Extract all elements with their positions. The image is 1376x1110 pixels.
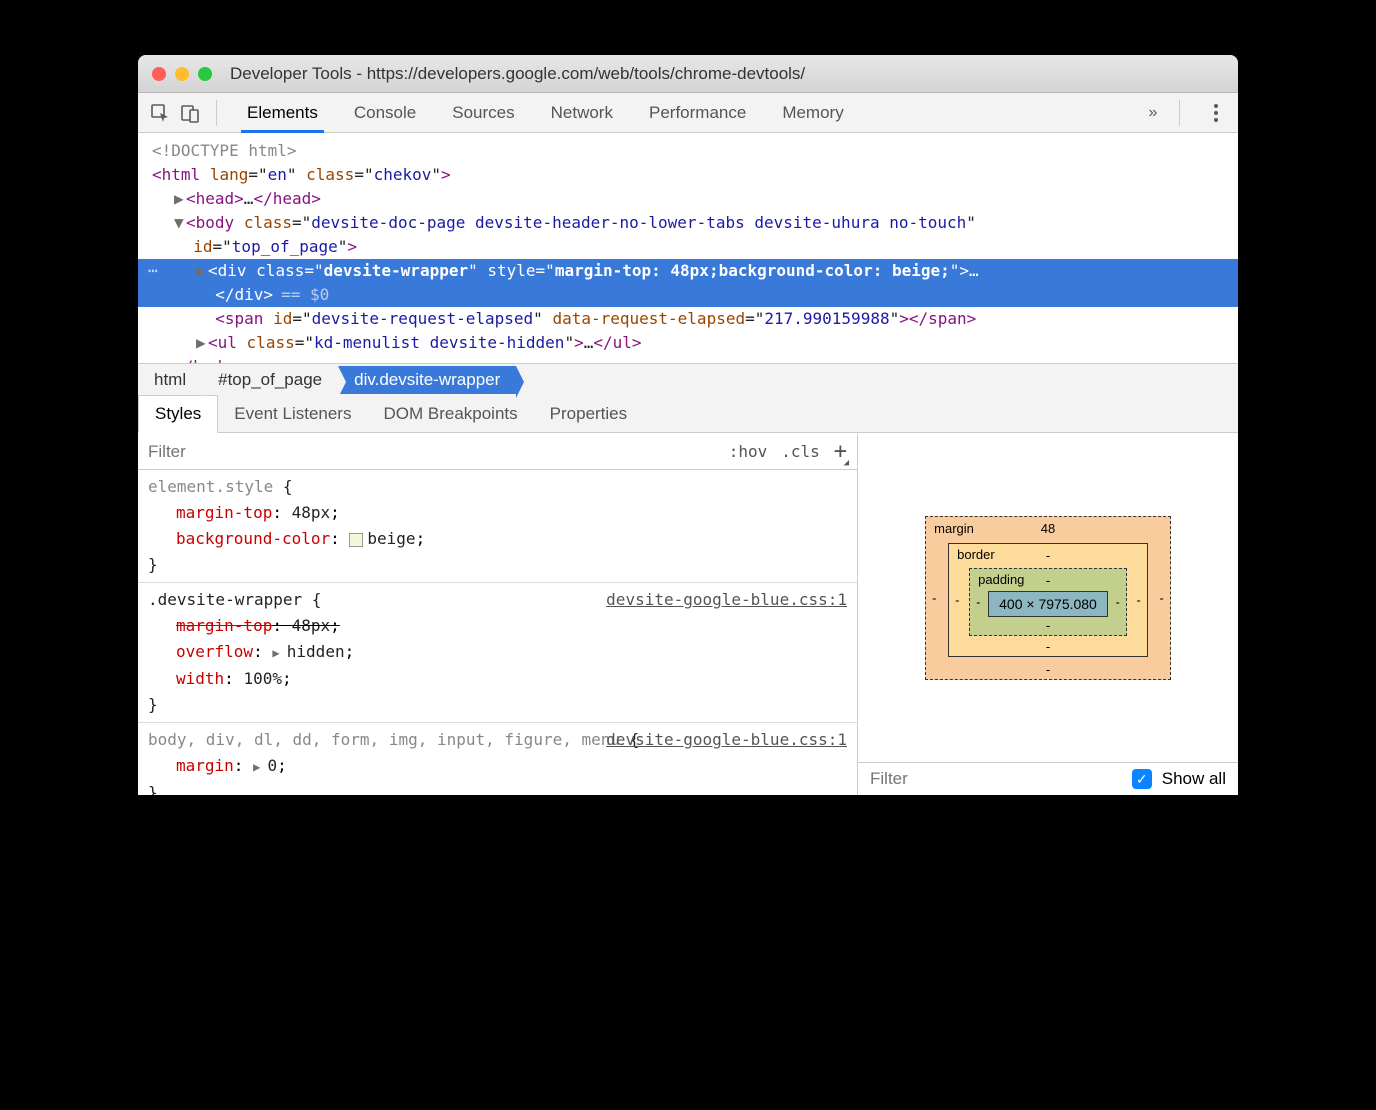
color-swatch-icon[interactable] [349, 533, 363, 547]
css-property[interactable]: width: 100%; [148, 666, 847, 692]
subtab-styles[interactable]: Styles [138, 395, 218, 433]
css-rules-list: element.style {margin-top: 48px;backgrou… [138, 470, 857, 795]
tab-console[interactable]: Console [338, 95, 432, 131]
source-link[interactable]: devsite-google-blue.css:1 [606, 587, 847, 613]
dom-body-close[interactable]: </body> [138, 355, 1238, 363]
breadcrumb-item[interactable]: #top_of_page [202, 366, 338, 394]
padding-top-val: - [1046, 573, 1050, 588]
dom-doctype[interactable]: <!DOCTYPE html> [138, 139, 1238, 163]
css-property[interactable]: background-color: beige; [148, 526, 847, 552]
more-tabs-icon[interactable]: » [1141, 101, 1165, 125]
box-model-padding-label: padding [978, 572, 1024, 587]
border-right-val: - [1137, 593, 1141, 608]
subtab-properties[interactable]: Properties [534, 396, 643, 432]
dom-span[interactable]: <span id="devsite-request-elapsed" data-… [138, 307, 1238, 331]
devtools-window: Developer Tools - https://developers.goo… [138, 55, 1238, 795]
dom-selected-node[interactable]: ⋯ ▶<div class="devsite-wrapper" style="m… [138, 259, 1238, 307]
toolbar-separator [216, 100, 217, 126]
show-all-label: Show all [1162, 769, 1226, 789]
breadcrumb-item[interactable]: html [138, 366, 202, 394]
padding-left-val: - [976, 595, 980, 610]
subtab-event-listeners[interactable]: Event Listeners [218, 396, 367, 432]
styles-area: :hov .cls +◢ element.style {margin-top: … [138, 433, 1238, 795]
styles-filter-input[interactable] [148, 442, 729, 462]
dom-ul[interactable]: ▶<ul class="kd-menulist devsite-hidden">… [138, 331, 1238, 355]
content-size-val: 400 × 7975.080 [988, 591, 1108, 617]
show-all-checkbox[interactable]: ✓ [1132, 769, 1152, 789]
main-toolbar: ElementsConsoleSourcesNetworkPerformance… [138, 93, 1238, 133]
tab-sources[interactable]: Sources [436, 95, 530, 131]
border-top-val: - [1046, 548, 1050, 563]
padding-bottom-val: - [1046, 618, 1050, 633]
tab-elements[interactable]: Elements [231, 95, 334, 131]
css-property[interactable]: margin: ▶ 0; [148, 753, 847, 780]
minimize-window-button[interactable] [175, 67, 189, 81]
subtab-dom-breakpoints[interactable]: DOM Breakpoints [367, 396, 533, 432]
css-rule[interactable]: devsite-google-blue.css:1.devsite-wrappe… [138, 583, 857, 723]
styles-filter-row: :hov .cls +◢ [138, 434, 857, 470]
dom-breadcrumbs: html#top_of_pagediv.devsite-wrapper [138, 363, 1238, 395]
margin-right-val: - [1160, 591, 1164, 606]
dom-tree-panel[interactable]: <!DOCTYPE html> <html lang="en" class="c… [138, 133, 1238, 363]
panel-tabs: ElementsConsoleSourcesNetworkPerformance… [231, 95, 1135, 131]
toolbar-separator [1179, 100, 1180, 126]
hov-toggle[interactable]: :hov [729, 442, 768, 461]
margin-left-val: - [932, 591, 936, 606]
css-rule[interactable]: element.style {margin-top: 48px;backgrou… [138, 470, 857, 583]
dom-html-open[interactable]: <html lang="en" class="chekov"> [138, 163, 1238, 187]
tab-network[interactable]: Network [535, 95, 629, 131]
computed-pane: margin 48 - - - border - - - - padding - [858, 434, 1238, 795]
css-rule[interactable]: devsite-google-blue.css:1body, div, dl, … [138, 723, 857, 795]
dom-body-open[interactable]: ▼<body class="devsite-doc-page devsite-h… [138, 211, 1238, 259]
inspect-element-icon[interactable] [148, 101, 172, 125]
border-left-val: - [955, 593, 959, 608]
css-property[interactable]: margin-top: 48px; [148, 613, 847, 639]
settings-menu-icon[interactable] [1204, 101, 1228, 125]
titlebar: Developer Tools - https://developers.goo… [138, 55, 1238, 93]
dom-head[interactable]: ▶<head>…</head> [138, 187, 1238, 211]
computed-filter-input[interactable] [870, 769, 1122, 789]
breadcrumb-item[interactable]: div.devsite-wrapper [338, 366, 516, 394]
tab-memory[interactable]: Memory [766, 95, 859, 131]
box-model-margin-label: margin [934, 521, 974, 536]
tab-performance[interactable]: Performance [633, 95, 762, 131]
close-window-button[interactable] [152, 67, 166, 81]
padding-right-val: - [1116, 595, 1120, 610]
cls-toggle[interactable]: .cls [781, 442, 820, 461]
window-controls [152, 67, 212, 81]
box-model[interactable]: margin 48 - - - border - - - - padding - [858, 434, 1238, 763]
new-style-rule-icon[interactable]: +◢ [834, 439, 847, 464]
margin-top-val: 48 [1041, 521, 1055, 536]
css-property[interactable]: margin-top: 48px; [148, 500, 847, 526]
window-title: Developer Tools - https://developers.goo… [230, 64, 805, 84]
computed-filter-row: ✓ Show all [858, 763, 1238, 795]
border-bottom-val: - [1046, 639, 1050, 654]
styles-subtabs: StylesEvent ListenersDOM BreakpointsProp… [138, 395, 1238, 433]
device-toggle-icon[interactable] [178, 101, 202, 125]
css-property[interactable]: overflow: ▶ hidden; [148, 639, 847, 666]
styles-pane: :hov .cls +◢ element.style {margin-top: … [138, 434, 858, 795]
margin-bottom-val: - [1046, 662, 1050, 677]
box-model-border-label: border [957, 547, 995, 562]
source-link[interactable]: devsite-google-blue.css:1 [606, 727, 847, 753]
maximize-window-button[interactable] [198, 67, 212, 81]
